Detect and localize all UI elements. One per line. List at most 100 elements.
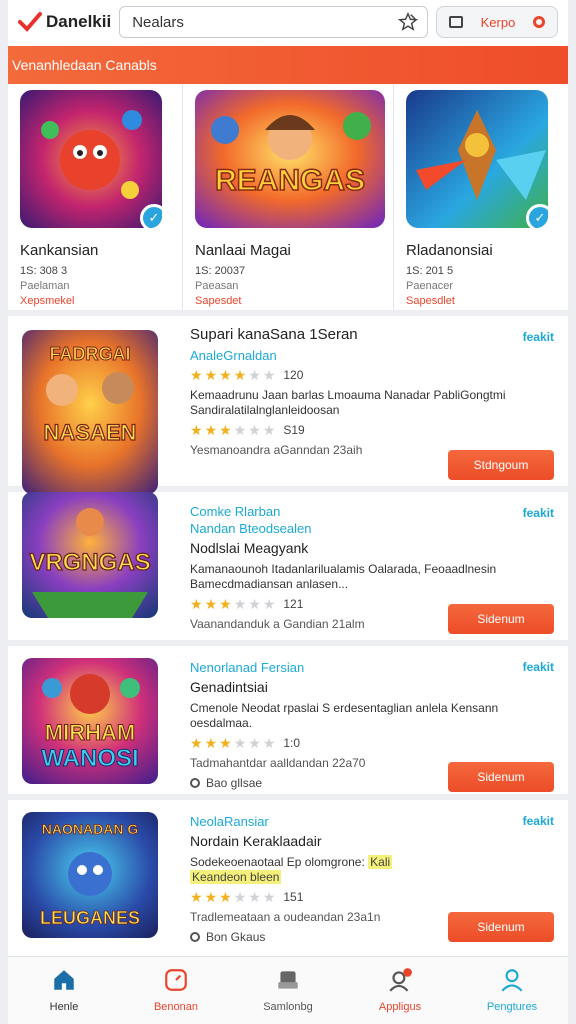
record-icon <box>532 16 545 28</box>
svg-text:REANGAS: REANGAS <box>215 164 365 197</box>
star-icon[interactable] <box>397 11 419 33</box>
game-thumbnail[interactable]: VRGNGAS <box>22 492 158 618</box>
svg-text:LEUGANES: LEUGANES <box>40 908 140 928</box>
game-description: Kemaadrunu Jaan barlas Lmoauma Nanadar P… <box>190 388 506 417</box>
card-status: Sapesdet <box>195 295 242 307</box>
game-title: Genadintsiai <box>190 679 268 695</box>
card-subtitle: Paelaman <box>20 280 70 292</box>
nav-label: Appligus <box>378 1001 422 1013</box>
rating: ★ ★ ★ ★ ★ ★ 120 <box>190 367 304 383</box>
get-button[interactable]: Sidenum <box>448 912 554 942</box>
rating-count: 1:0 <box>283 736 301 750</box>
rating-count: 121 <box>283 597 304 611</box>
card-status: Xepsmekel <box>20 295 75 307</box>
pill-label: Kerpo <box>480 14 516 30</box>
card-meta: 1S: 20037 <box>195 265 246 277</box>
highlight-badge: Kali <box>368 855 393 869</box>
list-item[interactable]: NAONADAN G LEUGANES NeolaRansiar feakit … <box>8 800 568 960</box>
game-list: FADRGAI NASAEN Supari kanaSana 1Seran fe… <box>8 316 568 960</box>
game-art-icon: NAONADAN G LEUGANES <box>22 812 158 938</box>
gauge-icon <box>165 969 187 991</box>
nav-item-samlonbg[interactable]: Samlonbg <box>232 957 344 1024</box>
developer-link[interactable]: Nenorlanad Fersian <box>190 646 568 675</box>
feature-tag: feakit <box>522 660 554 674</box>
game-thumbnail[interactable]: ✓ <box>406 90 548 228</box>
nav-item-pengtures[interactable]: Pengtures <box>456 957 568 1024</box>
nav-label: Samlonbg <box>263 1001 313 1013</box>
featured-card[interactable]: REANGAS Nanlaai Magai 1S: 20037 Paeasan … <box>183 84 394 310</box>
bottom-nav: Henle Benonan Samlonbg Appligus Pengture… <box>8 956 568 1024</box>
nav-item-appligus[interactable]: Appligus <box>344 957 456 1024</box>
get-button[interactable]: Sidenum <box>448 762 554 792</box>
svg-text:NAONADAN G: NAONADAN G <box>42 821 139 837</box>
card-title: Rladanonsiai <box>406 242 493 259</box>
rating: ★ ★ ★ ★ ★ ★ S19 <box>190 422 305 438</box>
location-pin-icon <box>190 778 200 788</box>
card-title: Nanlaai Magai <box>195 242 291 259</box>
location-pin-icon <box>190 932 200 942</box>
nav-label: Benonan <box>153 1001 199 1013</box>
location-text: Bon Gkaus <box>206 930 266 944</box>
card-meta: 1S: 308 3 <box>20 265 68 277</box>
person-icon <box>501 969 523 992</box>
get-button[interactable]: Stdngoum <box>448 450 554 480</box>
featured-card[interactable]: ✓ Rladanonsiai 1S: 201 5 Paenacer Sapesd… <box>394 84 568 310</box>
category-link[interactable]: Nandan Bteodsealen <box>190 521 568 536</box>
search-field[interactable]: Nealars <box>119 6 428 38</box>
verified-icon: ✓ <box>140 204 162 228</box>
developer-link[interactable]: AnaleGrnaldan <box>190 348 568 363</box>
home-icon <box>54 970 74 990</box>
game-art-icon <box>406 90 548 228</box>
game-thumbnail[interactable]: ✓ <box>20 90 162 228</box>
developer-link[interactable]: NeolaRansiar <box>190 800 568 829</box>
card-title: Kankansian <box>20 242 99 259</box>
card-subtitle: Paeasan <box>195 280 239 292</box>
rating: ★ ★ ★ ★ ★ ★ 1:0 <box>190 735 301 751</box>
game-title: Nodlslai Meagyank <box>190 540 309 556</box>
feature-tag: feakit <box>522 506 554 520</box>
app-logo[interactable]: Danelkii <box>18 10 111 34</box>
game-thumbnail[interactable]: NAONADAN G LEUGANES <box>22 812 158 938</box>
feature-tag: feakit <box>522 814 554 828</box>
game-art-icon: VRGNGAS <box>22 492 158 618</box>
svg-text:VRGNGAS: VRGNGAS <box>29 549 150 576</box>
window-icon <box>449 16 463 28</box>
top-bar: Danelkii Nealars Kerpo <box>8 0 568 44</box>
game-art-icon: MIRHAM WANOSI <box>22 658 158 784</box>
location-text: Bao gllsae <box>206 776 263 790</box>
nav-item-benonan[interactable]: Benonan <box>120 957 232 1024</box>
game-thumbnail[interactable]: REANGAS <box>195 90 385 228</box>
nav-label: Henle <box>49 1001 79 1013</box>
game-thumbnail[interactable]: FADRGAI NASAEN <box>22 330 158 494</box>
rating-count: 120 <box>283 368 304 382</box>
user-badge-icon <box>389 968 412 992</box>
svg-text:WANOSI: WANOSI <box>41 745 138 772</box>
game-art-icon: REANGAS <box>195 90 385 228</box>
list-item[interactable]: VRGNGAS Comke Rlarban feakit Nandan Bteo… <box>8 492 568 646</box>
featured-card[interactable]: ✓ Kankansian 1S: 308 3 Paelaman Xepsmeke… <box>8 84 183 310</box>
rating-count: S19 <box>283 423 305 437</box>
account-pill-button[interactable]: Kerpo <box>436 6 558 38</box>
svg-text:MIRHAM: MIRHAM <box>45 720 135 745</box>
feature-tag: feakit <box>522 330 554 344</box>
rating: ★ ★ ★ ★ ★ ★ 151 <box>190 889 304 905</box>
game-thumbnail[interactable]: MIRHAM WANOSI <box>22 658 158 784</box>
featured-row: ✓ Kankansian 1S: 308 3 Paelaman Xepsmeke… <box>8 84 568 316</box>
list-item[interactable]: FADRGAI NASAEN Supari kanaSana 1Seran fe… <box>8 316 568 494</box>
app-name: Danelkii <box>46 12 112 31</box>
description-text: Sodekeoenaotaal Ep olomgrone: <box>190 855 369 869</box>
nav-item-home[interactable]: Henle <box>8 957 120 1024</box>
tray-icon <box>278 971 298 989</box>
card-meta: 1S: 201 5 <box>406 265 454 277</box>
developer-link[interactable]: Comke Rlarban <box>190 492 568 519</box>
banner-text: Venanhledaan Canabls <box>12 57 157 73</box>
game-art-icon <box>20 90 162 228</box>
checkmark-logo-icon <box>18 12 42 32</box>
game-art-icon: FADRGAI NASAEN <box>22 330 158 494</box>
list-item[interactable]: MIRHAM WANOSI Nenorlanad Fersian feakit … <box>8 646 568 800</box>
game-title: Supari kanaSana 1Seran <box>190 326 358 343</box>
search-input[interactable]: Nealars <box>132 14 397 31</box>
get-button[interactable]: Sidenum <box>448 604 554 634</box>
nav-label: Pengtures <box>486 1001 538 1013</box>
game-description: Sodekeoenaotaal Ep olomgrone: Kali Keand… <box>190 855 568 885</box>
